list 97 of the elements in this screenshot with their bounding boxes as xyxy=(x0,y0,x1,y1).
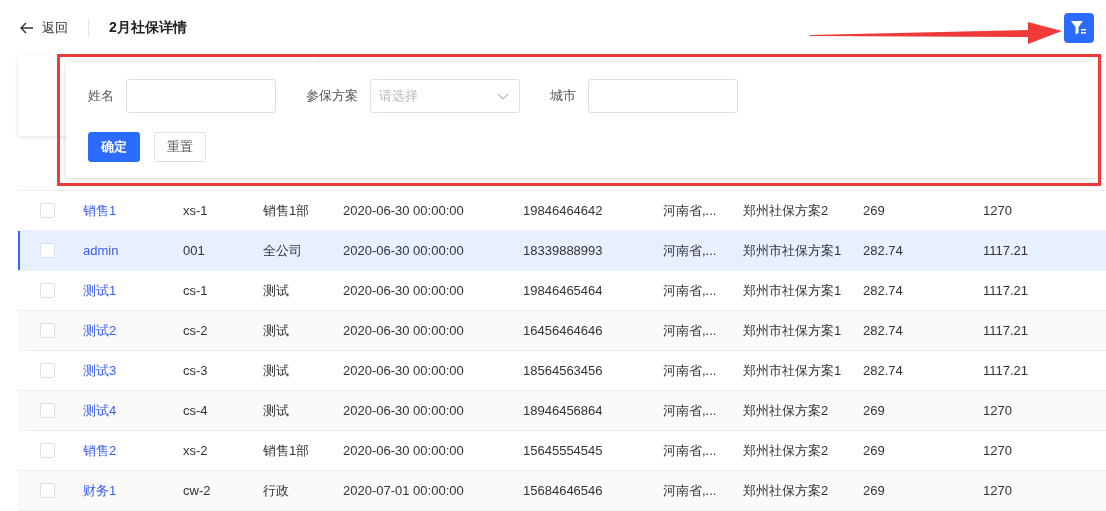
table-cell: cw-2 xyxy=(183,483,211,498)
table-cell: 郑州社保方案2 xyxy=(743,202,829,218)
name-link[interactable]: 测试1 xyxy=(83,282,117,298)
table-cell: 郑州市社保方案1 xyxy=(743,282,842,298)
name-link[interactable]: 测试4 xyxy=(83,402,117,418)
table-cell: 河南省,... xyxy=(663,482,717,498)
checkbox[interactable] xyxy=(40,283,55,298)
page-title: 2月社保详情 xyxy=(109,19,187,37)
table-cell: 2020-06-30 00:00:00 xyxy=(343,323,464,338)
table-cell: 测试 xyxy=(263,322,289,338)
table-cell: 1270 xyxy=(983,203,1012,218)
table-cell: 全公司 xyxy=(263,242,302,258)
filter-button[interactable] xyxy=(1064,13,1094,43)
name-link[interactable]: 测试2 xyxy=(83,322,117,338)
table-row[interactable]: admin 001 全公司 2020-06-30 00:00:00 18339888993 河南省,... 郑州市社保方案1 282.74 1117.21 xyxy=(18,231,1106,271)
table-cell: 269 xyxy=(863,403,885,418)
table-cell: 15645554545 xyxy=(523,443,603,458)
table-cell: 河南省,... xyxy=(663,442,717,458)
table-cell: 1117.21 xyxy=(983,243,1029,258)
table-cell: 1270 xyxy=(983,443,1012,458)
table-cell: 郑州市社保方案1 xyxy=(743,242,842,258)
table-cell: cs-3 xyxy=(183,363,208,378)
table-cell: cs-4 xyxy=(183,403,208,418)
checkbox[interactable] xyxy=(40,363,55,378)
table-cell: 269 xyxy=(863,483,885,498)
table-cell: 16456464646 xyxy=(523,323,603,338)
name-link[interactable]: 销售2 xyxy=(83,442,117,458)
checkbox[interactable] xyxy=(40,403,55,418)
field-label: 城市 xyxy=(550,87,576,105)
table-cell: 2020-06-30 00:00:00 xyxy=(343,243,464,258)
table-cell: 郑州社保方案2 xyxy=(743,482,829,498)
table-cell: 郑州市社保方案1 xyxy=(743,322,842,338)
table-cell: 282.74 xyxy=(863,283,903,298)
input-field[interactable] xyxy=(588,79,738,113)
table-cell: 1270 xyxy=(983,403,1012,418)
chevron-down-icon xyxy=(497,92,509,100)
table-cell: 河南省,... xyxy=(663,322,717,338)
table-cell: 测试 xyxy=(263,362,289,378)
table-cell: 282.74 xyxy=(863,363,903,378)
table-cell: 河南省,... xyxy=(663,242,717,258)
table-cell: 销售1部 xyxy=(263,442,310,458)
table-cell: 1270 xyxy=(983,483,1012,498)
table-cell: 2020-06-30 00:00:00 xyxy=(343,363,464,378)
table-cell: 269 xyxy=(863,443,885,458)
arrow-left-icon xyxy=(20,22,34,34)
table-cell: 河南省,... xyxy=(663,362,717,378)
table-cell: 19846465464 xyxy=(523,283,603,298)
table-cell: 河南省,... xyxy=(663,282,717,298)
table-cell: 2020-06-30 00:00:00 xyxy=(343,283,464,298)
table-row[interactable]: 测试2 cs-2 测试 2020-06-30 00:00:00 16456464646 河南省,... 郑州市社保方案1 282.74 1117.21 xyxy=(18,311,1106,351)
table-cell: 行政 xyxy=(263,482,289,498)
table-cell: xs-2 xyxy=(183,443,208,458)
table-cell: cs-2 xyxy=(183,323,208,338)
table-cell: 001 xyxy=(183,243,205,258)
table-cell: 2020-07-01 00:00:00 xyxy=(343,483,464,498)
checkbox[interactable] xyxy=(40,323,55,338)
table-cell: 1117.21 xyxy=(983,363,1029,378)
table-cell: 2020-06-30 00:00:00 xyxy=(343,403,464,418)
table-cell: 郑州社保方案2 xyxy=(743,442,829,458)
checkbox[interactable] xyxy=(40,203,55,218)
table-cell: 测试 xyxy=(263,402,289,418)
checkbox[interactable] xyxy=(40,483,55,498)
table-cell: 河南省,... xyxy=(663,402,717,418)
field-label: 参保方案 xyxy=(306,87,358,105)
table-cell: 18564563456 xyxy=(523,363,603,378)
table-cell: cs-1 xyxy=(183,283,208,298)
table-cell: 282.74 xyxy=(863,323,903,338)
table-cell: 1117.21 xyxy=(983,323,1029,338)
table-cell: 18946456864 xyxy=(523,403,603,418)
table-cell: 2020-06-30 00:00:00 xyxy=(343,443,464,458)
name-link[interactable]: 财务1 xyxy=(83,482,117,498)
checkbox[interactable] xyxy=(40,443,55,458)
table-cell: 15684646546 xyxy=(523,483,603,498)
table-cell: 19846464642 xyxy=(523,203,603,218)
back-button[interactable]: 返回 xyxy=(20,19,68,37)
table-cell: 282.74 xyxy=(863,243,903,258)
table-cell: 1117.21 xyxy=(983,283,1029,298)
table-row[interactable]: 财务1 cw-2 行政 2020-07-01 00:00:00 15684646546 河南省,... 郑州社保方案2 269 1270 xyxy=(18,471,1106,511)
table-cell: 269 xyxy=(863,203,885,218)
reset-button[interactable]: 重置 xyxy=(154,132,206,162)
table-cell: 郑州社保方案2 xyxy=(743,402,829,418)
table-cell: 郑州市社保方案1 xyxy=(743,362,842,378)
table-cell: xs-1 xyxy=(183,203,208,218)
name-link[interactable]: admin xyxy=(83,243,119,258)
table-row[interactable]: 测试4 cs-4 测试 2020-06-30 00:00:00 18946456864 河南省,... 郑州社保方案2 269 1270 xyxy=(18,391,1106,431)
table-cell: 河南省,... xyxy=(663,202,717,218)
filter-icon xyxy=(1071,21,1087,35)
table-cell: 销售1部 xyxy=(263,202,310,218)
name-link[interactable]: 销售1 xyxy=(83,202,117,218)
input-field[interactable] xyxy=(126,79,276,113)
field-label: 姓名 xyxy=(88,87,114,105)
confirm-button[interactable]: 确定 xyxy=(88,132,140,162)
name-link[interactable]: 测试3 xyxy=(83,362,117,378)
table-cell: 18339888993 xyxy=(523,243,603,258)
table-cell: 2020-06-30 00:00:00 xyxy=(343,203,464,218)
table-cell: 测试 xyxy=(263,282,289,298)
checkbox[interactable] xyxy=(40,243,55,258)
